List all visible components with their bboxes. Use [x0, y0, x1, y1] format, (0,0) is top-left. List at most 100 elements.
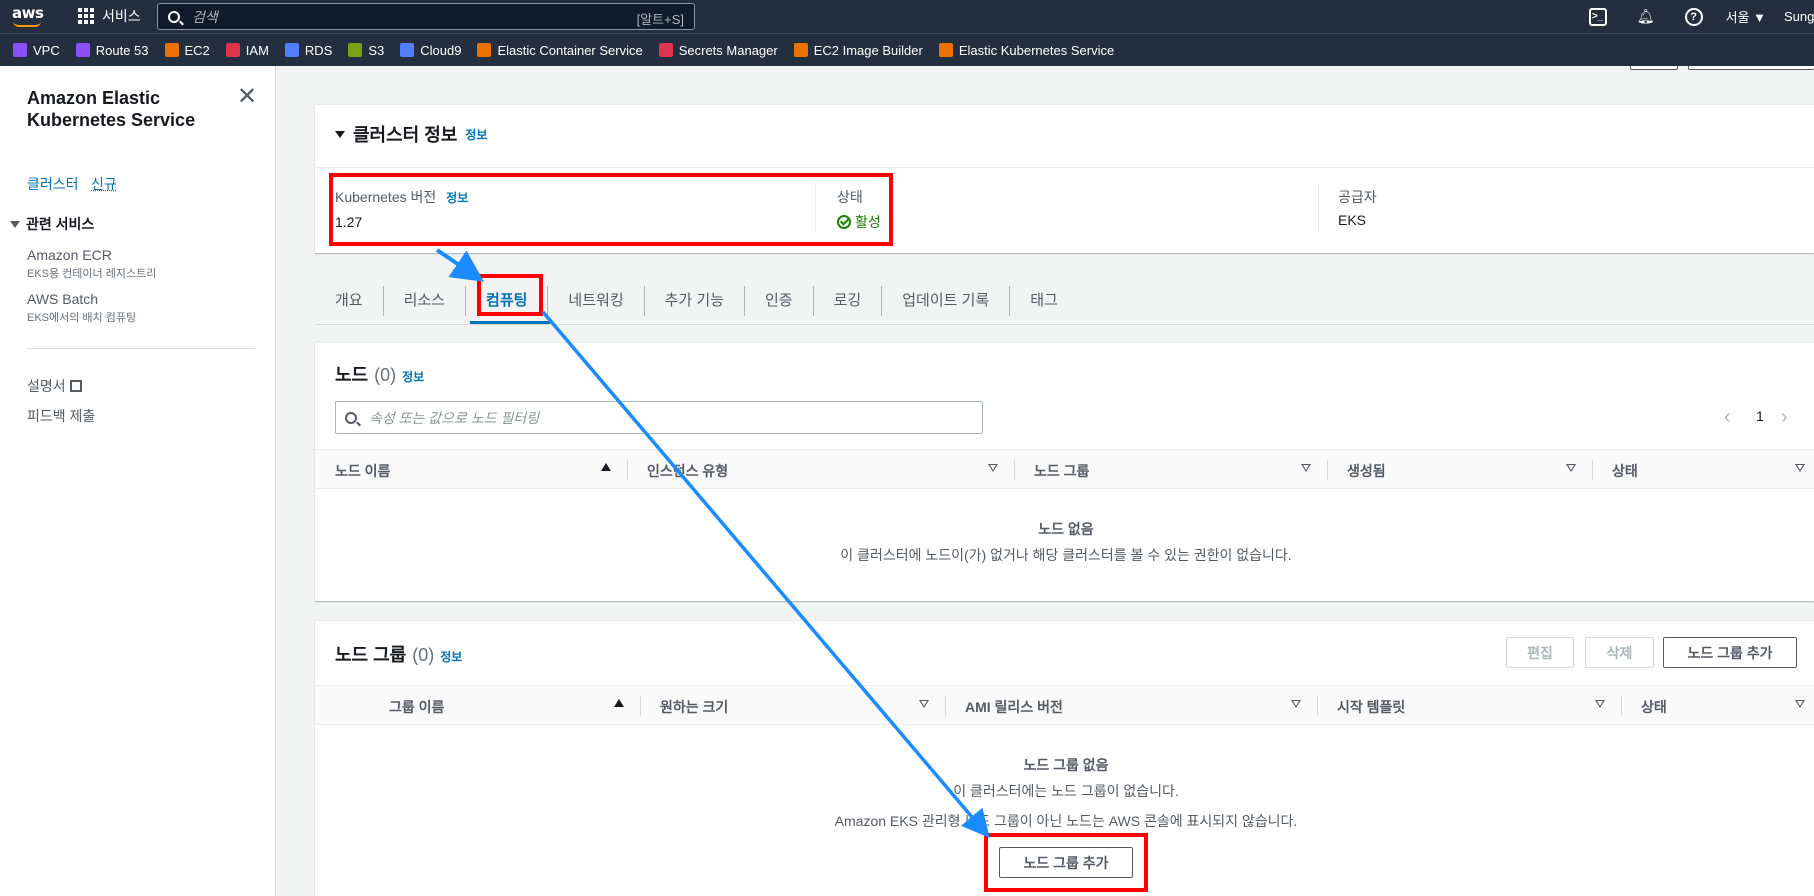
service-icon — [400, 43, 415, 57]
favorite-label: IAM — [245, 42, 269, 58]
header-button-partial-2[interactable] — [1688, 66, 1814, 70]
column-header-node-group[interactable]: 노드 그룹 — [1034, 461, 1089, 481]
sort-icon[interactable] — [988, 464, 998, 472]
region-selector[interactable]: 서울 ▼ — [1726, 7, 1766, 26]
add-node-group-empty-button[interactable]: 노드 그룹 추가 — [999, 847, 1133, 878]
tabs-divider — [315, 324, 1814, 325]
sidebar-item-ecr[interactable]: Amazon ECR — [27, 247, 112, 263]
sort-icon[interactable] — [1795, 700, 1805, 708]
favorite-label: Elastic Kubernetes Service — [958, 42, 1115, 58]
column-header-node-name[interactable]: 노드 이름 — [335, 461, 390, 481]
aws-logo-text: aws — [12, 4, 44, 22]
cluster-info-link[interactable]: 정보 — [465, 126, 487, 143]
node-groups-empty-note: Amazon EKS 관리형 노드 그룹이 아닌 노드는 AWS 콘솔에 표시되… — [834, 813, 1298, 829]
service-icon — [793, 43, 808, 57]
sidebar-item-feedback[interactable]: 피드백 제출 — [27, 406, 95, 426]
previous-page-icon[interactable]: ‹ — [1724, 406, 1731, 429]
search-icon — [345, 411, 357, 424]
new-badge-link[interactable]: 신규 — [91, 174, 117, 194]
tab-2[interactable]: 컴퓨팅 — [466, 286, 549, 316]
column-header-desired-size[interactable]: 원하는 크기 — [660, 697, 728, 717]
sort-icon[interactable] — [919, 700, 929, 708]
tab-0[interactable]: 개요 — [315, 286, 384, 316]
favorite-rds[interactable]: RDS — [284, 43, 332, 58]
side-navigation: Amazon Elastic Kubernetes Service ✕ 클러스터… — [0, 66, 276, 896]
active-tab-indicator — [470, 321, 550, 324]
column-header-status[interactable]: 상태 — [1641, 697, 1667, 717]
favorite-ec2[interactable]: EC2 — [164, 43, 210, 58]
help-icon[interactable]: ? — [1684, 7, 1703, 26]
services-label: 서비스 — [102, 8, 141, 24]
column-header-created[interactable]: 생성됨 — [1347, 461, 1386, 481]
favorite-ec2-image-builder[interactable]: EC2 Image Builder — [793, 43, 923, 58]
node-filter-placeholder: 속성 또는 값으로 노드 필터링 — [369, 409, 540, 426]
tab-8[interactable]: 태그 — [1010, 286, 1078, 316]
sidebar-title-line1: Amazon Elastic — [27, 88, 161, 108]
favorite-route-53[interactable]: Route 53 — [75, 42, 149, 58]
status-ok-icon — [837, 215, 851, 229]
delete-button[interactable]: 삭제 — [1585, 637, 1654, 668]
column-header-status[interactable]: 상태 — [1612, 461, 1638, 481]
column-header-launch-template[interactable]: 시작 템플릿 — [1337, 697, 1405, 717]
nodes-count: (0) — [374, 365, 397, 385]
sidebar-item-clusters[interactable]: 클러스터 — [27, 174, 79, 194]
favorite-vpc[interactable]: VPC — [13, 43, 60, 58]
favorite-secrets-manager[interactable]: Secrets Manager — [658, 43, 778, 58]
k8s-version-value: 1.27 — [335, 214, 363, 230]
nodes-info-link[interactable]: 정보 — [402, 368, 424, 385]
sort-icon[interactable] — [1595, 700, 1605, 708]
column-separator — [1327, 460, 1328, 480]
account-menu[interactable]: Sung — [1784, 9, 1814, 24]
tab-5[interactable]: 인증 — [745, 286, 814, 316]
sort-ascending-icon[interactable] — [614, 699, 624, 707]
node-filter-input[interactable]: 속성 또는 값으로 노드 필터링 — [335, 401, 983, 434]
aws-logo[interactable]: aws — [12, 4, 46, 28]
favorite-label: VPC — [33, 42, 60, 58]
cloudshell-icon[interactable]: >_ — [1588, 7, 1607, 26]
edit-button[interactable]: 편집 — [1506, 637, 1574, 668]
tab-1[interactable]: 리소스 — [384, 286, 467, 316]
column-header-ami-release[interactable]: AMI 릴리스 버전 — [965, 697, 1063, 717]
arrow-to-computing-tab — [435, 248, 484, 282]
related-services-section[interactable]: 관련 서비스 — [10, 214, 94, 234]
service-icon — [225, 43, 240, 57]
nodes-empty-title: 노드 없음 — [1038, 521, 1094, 537]
global-search-input[interactable]: 검색 [알트+S] — [157, 3, 695, 30]
kv-separator — [815, 183, 816, 233]
column-header-group-name[interactable]: 그룹 이름 — [389, 697, 444, 717]
service-icon — [477, 43, 492, 57]
tab-3[interactable]: 네트워킹 — [548, 286, 645, 316]
status-label: 상태 — [837, 189, 863, 205]
add-node-group-button[interactable]: 노드 그룹 추가 — [1663, 637, 1797, 668]
favorite-elastic-kubernetes-service[interactable]: Elastic Kubernetes Service — [938, 42, 1115, 58]
node-groups-info-link[interactable]: 정보 — [440, 648, 462, 665]
favorite-elastic-container-service[interactable]: Elastic Container Service — [477, 43, 643, 58]
next-page-icon[interactable]: › — [1781, 406, 1788, 429]
cluster-info-header[interactable]: 클러스터 정보 정보 — [335, 121, 487, 147]
sidebar-item-docs[interactable]: 설명서 — [27, 376, 82, 396]
service-icon — [284, 43, 299, 57]
favorite-cloud9[interactable]: Cloud9 — [400, 43, 461, 58]
tab-7[interactable]: 업데이트 기록 — [882, 286, 1011, 316]
column-header-instance-type[interactable]: 인스턴스 유형 — [647, 461, 728, 481]
sort-icon[interactable] — [1566, 464, 1576, 472]
header-button-partial[interactable] — [1630, 66, 1678, 70]
favorite-iam[interactable]: IAM — [225, 42, 269, 58]
k8s-version-info-link[interactable]: 정보 — [446, 191, 468, 205]
kv-separator — [1318, 183, 1319, 233]
favorite-s3[interactable]: S3 — [348, 43, 384, 58]
favorite-label: Route 53 — [95, 42, 149, 58]
sidebar-item-batch[interactable]: AWS Batch — [27, 291, 98, 307]
current-page-number[interactable]: 1 — [1756, 408, 1764, 424]
sort-icon[interactable] — [1795, 464, 1805, 472]
column-separator — [1014, 460, 1015, 480]
sort-ascending-icon[interactable] — [601, 463, 611, 471]
column-separator — [1621, 696, 1622, 716]
sort-icon[interactable] — [1301, 464, 1311, 472]
close-icon[interactable]: ✕ — [237, 85, 257, 109]
sort-icon[interactable] — [1291, 700, 1301, 708]
tab-4[interactable]: 추가 기능 — [645, 286, 745, 316]
tab-6[interactable]: 로깅 — [814, 286, 883, 316]
notifications-bell-icon[interactable]: 🔔︎ — [1637, 8, 1655, 26]
services-menu-button[interactable]: 서비스 — [78, 6, 141, 26]
